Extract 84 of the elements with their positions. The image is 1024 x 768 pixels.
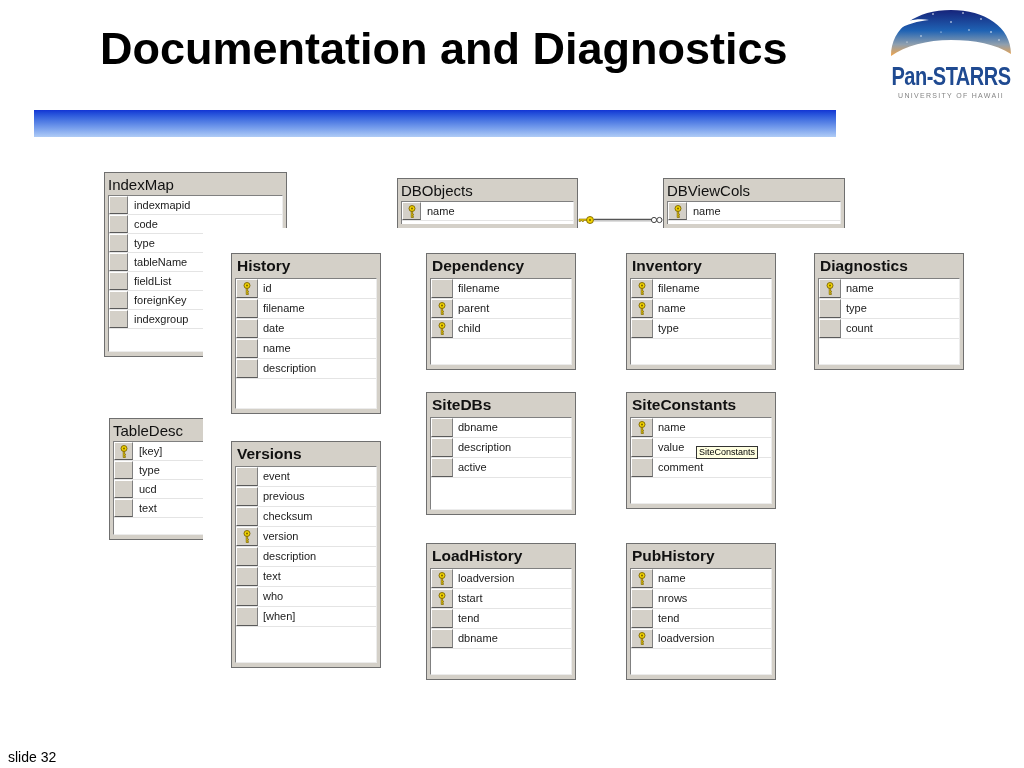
column-name: id <box>262 283 272 294</box>
table-title: IndexMap <box>107 174 175 195</box>
key-icon <box>438 572 446 585</box>
table-title: Diagnostics <box>819 256 909 277</box>
column-name: filename <box>457 283 500 294</box>
table-title: DBObjects <box>400 180 474 201</box>
column-name: type <box>133 237 155 249</box>
key-icon <box>119 444 128 458</box>
column-name: event <box>262 471 290 482</box>
night-sky-arch-icon <box>891 10 1011 56</box>
key-icon <box>243 530 251 543</box>
column-name: filename <box>657 283 700 294</box>
column-name: description <box>262 551 317 562</box>
key-icon <box>243 282 251 295</box>
column-name: name <box>657 422 686 433</box>
table-title: SiteDBs <box>431 395 493 416</box>
column-name: who <box>262 591 284 602</box>
key-icon <box>578 216 594 224</box>
column-name: [key] <box>138 445 163 457</box>
column-name: checksum <box>262 511 313 522</box>
column-name: active <box>457 462 487 473</box>
key-icon <box>638 282 646 295</box>
logo-wordmark: Pan-STARRS <box>891 64 1011 89</box>
table-title: DBViewCols <box>666 180 752 201</box>
column-name: dbname <box>457 422 498 433</box>
column-name: date <box>262 323 285 334</box>
slide-number: slide 32 <box>8 750 57 764</box>
table-title: PubHistory <box>631 546 716 567</box>
column-name: type <box>845 303 867 314</box>
key-icon <box>407 204 416 218</box>
key-icon <box>638 572 646 585</box>
infinity-icon <box>650 216 663 224</box>
column-name: text <box>262 571 281 582</box>
column-name: version <box>262 531 299 542</box>
column-name: name <box>657 303 686 314</box>
column-name: child <box>457 323 481 334</box>
key-icon <box>438 322 446 335</box>
column-name: indexmapid <box>133 199 191 211</box>
column-name: parent <box>457 303 490 314</box>
column-name: name <box>657 573 686 584</box>
table-title: History <box>236 256 292 277</box>
column-name: count <box>845 323 873 334</box>
key-icon <box>673 204 682 218</box>
column-name: tend <box>657 613 680 624</box>
table-title: Versions <box>236 444 303 465</box>
tooltip: SiteConstants <box>696 446 759 459</box>
column-name: ucd <box>138 483 157 495</box>
column-name: value <box>657 442 685 453</box>
column-name: comment <box>657 462 704 473</box>
column-name: name <box>426 205 455 217</box>
key-icon <box>438 592 446 605</box>
key-icon <box>638 632 646 645</box>
key-icon <box>638 302 646 315</box>
column-name: type <box>657 323 679 334</box>
column-name: description <box>262 363 317 374</box>
key-icon <box>638 421 646 434</box>
column-name: tend <box>457 613 480 624</box>
table-title: Dependency <box>431 256 526 277</box>
column-name: type <box>138 464 160 476</box>
column-name: foreignKey <box>133 294 187 306</box>
column-name: tstart <box>457 593 483 604</box>
column-name: loadversion <box>657 633 715 644</box>
column-name: name <box>262 343 291 354</box>
column-name: tableName <box>133 256 188 268</box>
column-name: fieldList <box>133 275 172 287</box>
slide-title: Documentation and Diagnostics <box>100 26 788 71</box>
table-title: Inventory <box>631 256 703 277</box>
column-name: name <box>692 205 721 217</box>
column-name: filename <box>262 303 305 314</box>
column-name: nrows <box>657 593 688 604</box>
column-name: indexgroup <box>133 313 189 325</box>
key-icon <box>438 302 446 315</box>
column-name: description <box>457 442 512 453</box>
column-name: name <box>845 283 874 294</box>
column-name: loadversion <box>457 573 515 584</box>
column-name: text <box>138 502 157 514</box>
column-name: dbname <box>457 633 498 644</box>
column-name: previous <box>262 491 305 502</box>
table-title: LoadHistory <box>431 546 524 567</box>
key-icon <box>826 282 834 295</box>
table-title: TableDesc <box>112 420 185 441</box>
column-name: code <box>133 218 158 230</box>
column-name: [when] <box>262 611 296 622</box>
table-title: SiteConstants <box>631 395 738 416</box>
